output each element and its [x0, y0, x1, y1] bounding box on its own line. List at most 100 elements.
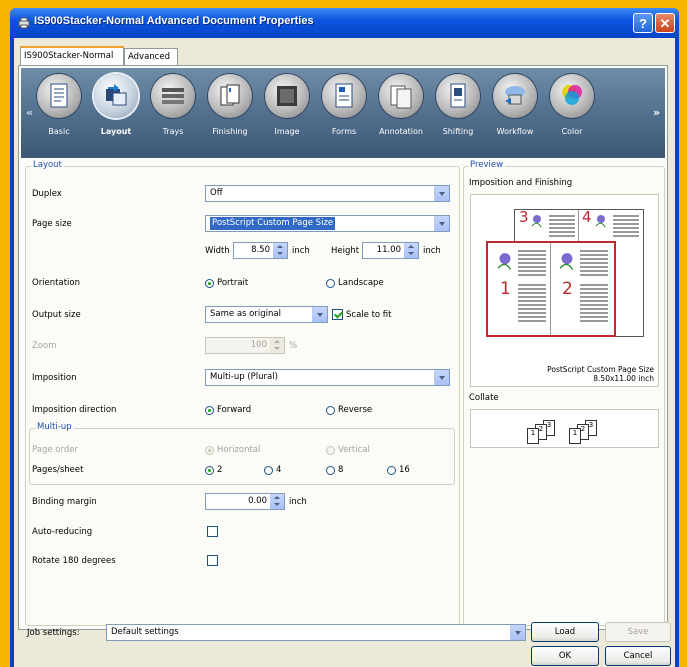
flower-icon	[497, 253, 512, 270]
forward-label: Forward	[217, 405, 252, 415]
pages-2-radio[interactable]	[205, 466, 214, 475]
category-label-annotation: Annotation	[379, 127, 423, 136]
horizontal-radio[interactable]	[205, 446, 214, 455]
page-size-label: Page size	[32, 219, 72, 229]
color-icon[interactable]	[550, 74, 594, 118]
document-icon[interactable]	[37, 74, 81, 118]
collate-title: Collate	[469, 393, 499, 403]
height-value: 11.00	[376, 245, 401, 255]
category-label-layout: Layout	[100, 127, 132, 136]
text-lines-icon	[580, 284, 608, 322]
page-number-2: 2	[562, 279, 573, 299]
duplex-select[interactable]: Off	[205, 185, 450, 202]
front-sheet: 1 2	[486, 241, 616, 337]
width-value: 8.50	[251, 245, 270, 255]
spin-arrows-icon[interactable]	[270, 338, 284, 353]
category-label-workflow: Workflow	[496, 127, 534, 136]
ok-button[interactable]: OK	[531, 646, 599, 666]
forms-icon[interactable]	[322, 74, 366, 118]
flower-icon	[595, 215, 606, 228]
landscape-radio[interactable]	[326, 279, 335, 288]
output-size-select[interactable]: Same as original	[205, 306, 328, 323]
page-size-select[interactable]: PostScript Custom Page Size	[205, 215, 450, 232]
scroll-left-icon[interactable]: «	[26, 106, 33, 119]
forward-radio[interactable]	[205, 406, 214, 415]
pages-8-radio[interactable]	[326, 466, 335, 475]
rotate-180-checkbox[interactable]	[207, 555, 218, 566]
portrait-radio[interactable]	[205, 279, 214, 288]
orientation-label: Orientation	[32, 278, 80, 288]
pages-2-label: 2	[217, 465, 223, 475]
chevron-down-icon	[434, 216, 449, 231]
category-label-color: Color	[561, 127, 583, 136]
finishing-icon[interactable]	[208, 74, 252, 118]
multiup-group	[29, 428, 455, 485]
auto-reducing-checkbox[interactable]	[207, 526, 218, 537]
job-settings-select[interactable]: Default settings	[106, 624, 526, 641]
load-button[interactable]: Load	[531, 622, 599, 642]
pages-16-radio[interactable]	[387, 466, 396, 475]
help-button[interactable]: ?	[633, 13, 653, 33]
binding-margin-spinner[interactable]: 0.00	[205, 493, 285, 510]
imposition-direction-label: Imposition direction	[32, 405, 117, 415]
text-lines-icon	[518, 284, 546, 322]
scale-to-fit-checkbox[interactable]	[332, 309, 343, 320]
pages-16-label: 16	[399, 465, 410, 475]
page-number-4: 4	[582, 208, 592, 226]
reverse-radio[interactable]	[326, 406, 335, 415]
category-ribbon: « » Basic Layout Trays Finishing Image F…	[21, 68, 665, 158]
chevron-down-icon	[312, 307, 327, 322]
collate-page-1: 1	[527, 428, 539, 444]
page-number-3: 3	[519, 208, 529, 226]
preview-group-title: Preview	[468, 160, 506, 170]
annotation-icon[interactable]	[379, 74, 423, 118]
landscape-label: Landscape	[338, 278, 384, 288]
width-spinner[interactable]: 8.50	[233, 242, 288, 259]
pages-8-label: 8	[338, 465, 344, 475]
scale-to-fit-label: Scale to fit	[346, 310, 392, 320]
layout-icon[interactable]	[94, 74, 138, 118]
height-spinner[interactable]: 11.00	[362, 242, 419, 259]
dialog-client: IS900Stacker-Normal Advanced « » Basic L…	[14, 38, 675, 667]
duplex-label: Duplex	[32, 189, 62, 199]
multiup-group-title: Multi-up	[35, 422, 74, 432]
vertical-label: Vertical	[338, 445, 370, 455]
pages-4-label: 4	[276, 465, 282, 475]
job-settings-value: Default settings	[111, 627, 179, 637]
page-size-value: PostScript Custom Page Size	[210, 217, 336, 230]
dialog-window: IS900Stacker-Normal Advanced Document Pr…	[10, 8, 679, 667]
spin-arrows-icon[interactable]	[273, 243, 287, 258]
height-label: Height	[331, 246, 360, 256]
tab-is900stacker-normal[interactable]: IS900Stacker-Normal	[20, 46, 124, 66]
tab-advanced[interactable]: Advanced	[124, 48, 178, 65]
image-icon[interactable]	[265, 74, 309, 118]
spin-arrows-icon[interactable]	[270, 494, 284, 509]
category-label-shifting: Shifting	[442, 127, 474, 136]
close-button[interactable]: ✕	[655, 13, 675, 33]
window-title: IS900Stacker-Normal Advanced Document Pr…	[34, 15, 314, 27]
imposition-select[interactable]: Multi-up (Plural)	[205, 369, 450, 386]
vertical-radio[interactable]	[326, 446, 335, 455]
category-label-finishing: Finishing	[212, 127, 248, 136]
category-label-trays: Trays	[162, 127, 184, 136]
chevron-down-icon	[434, 186, 449, 201]
tab-page: « » Basic Layout Trays Finishing Image F…	[18, 65, 668, 630]
workflow-icon[interactable]	[493, 74, 537, 118]
imposition-value: Multi-up (Plural)	[210, 372, 278, 382]
trays-icon[interactable]	[151, 74, 195, 118]
shifting-icon[interactable]	[436, 74, 480, 118]
save-button[interactable]: Save	[605, 622, 671, 642]
horizontal-label: Horizontal	[217, 445, 261, 455]
scroll-right-icon[interactable]: »	[653, 106, 660, 119]
text-lines-icon	[549, 215, 575, 237]
output-size-label: Output size	[32, 310, 81, 320]
job-settings-label: Job settings:	[27, 628, 80, 638]
reverse-label: Reverse	[338, 405, 373, 415]
pages-4-radio[interactable]	[264, 466, 273, 475]
layout-group-title: Layout	[31, 160, 64, 170]
cancel-button[interactable]: Cancel	[605, 646, 671, 666]
zoom-spinner[interactable]: 100	[205, 337, 285, 354]
text-lines-icon	[613, 215, 639, 237]
spin-arrows-icon[interactable]	[404, 243, 418, 258]
title-bar[interactable]: IS900Stacker-Normal Advanced Document Pr…	[10, 8, 679, 38]
